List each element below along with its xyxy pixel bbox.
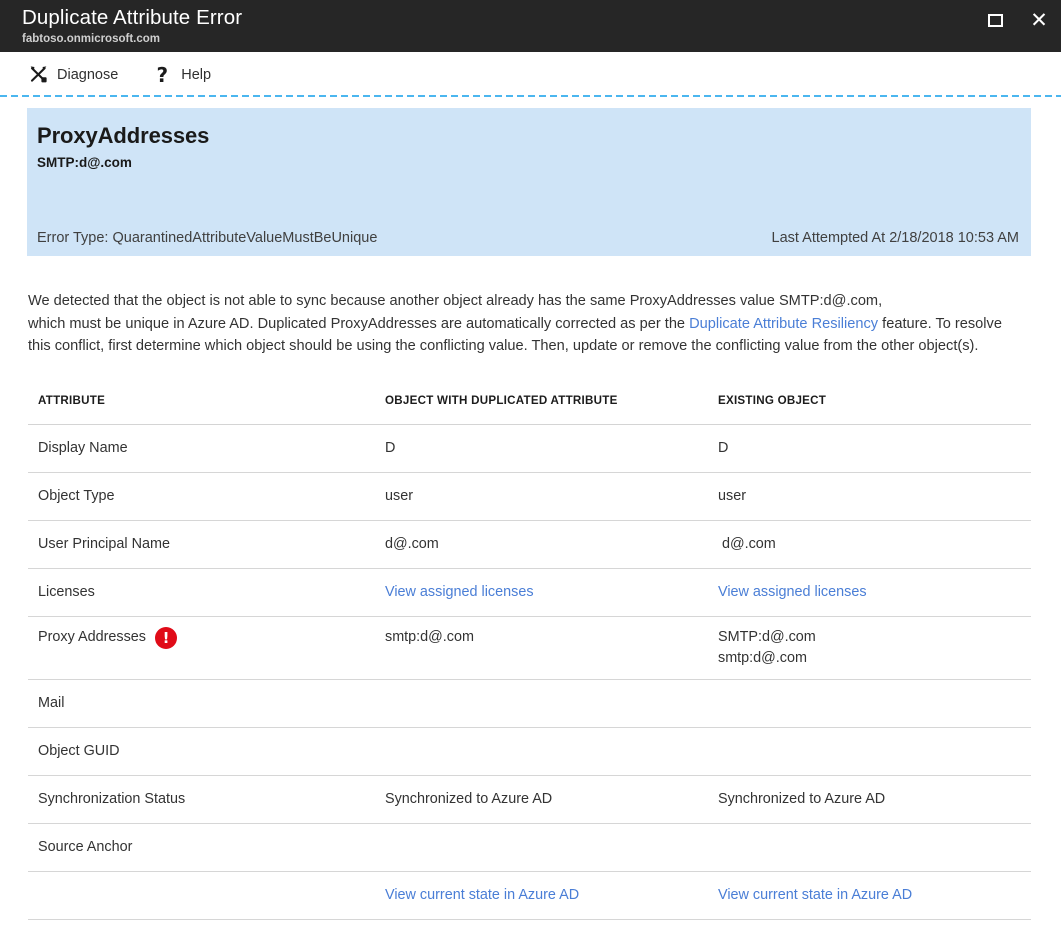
view-assigned-licenses-link-existing[interactable]: View assigned licenses — [718, 584, 867, 600]
window-titlebar: Duplicate Attribute Error fabtoso.onmicr… — [0, 0, 1061, 52]
window-title: Duplicate Attribute Error — [22, 6, 243, 29]
row-existing-mail — [708, 679, 1031, 728]
row-label-proxy-addresses: Proxy Addresses ! — [28, 616, 375, 680]
restore-window-button[interactable] — [973, 6, 1017, 34]
row-existing-user-principal-name: d@.com — [708, 520, 1031, 569]
row-label-empty — [28, 871, 375, 920]
table-row: Object GUID — [28, 727, 1031, 776]
restore-window-icon — [987, 13, 1003, 27]
row-existing-proxy-addresses-line-2: smtp:d@.com — [718, 649, 807, 666]
view-assigned-licenses-link-duplicated[interactable]: View assigned licenses — [385, 584, 534, 600]
help-label: Help — [181, 66, 212, 83]
banner-attribute-name: ProxyAddresses — [37, 123, 210, 148]
banner-attribute-value: SMTP:d@.com — [37, 155, 132, 170]
table-row: Mail — [28, 679, 1031, 728]
table-row: Licenses View assigned licenses View ass… — [28, 568, 1031, 617]
table-row: Object Type user user — [28, 472, 1031, 521]
table-row: Proxy Addresses ! smtp:d@.com SMTP:d@.co… — [28, 616, 1031, 680]
row-duplicated-synchronization-status: Synchronized to Azure AD — [375, 775, 708, 824]
row-duplicated-object-type: user — [375, 472, 708, 521]
row-existing-current-state: View current state in Azure AD — [708, 871, 1031, 920]
toolbar-divider — [0, 95, 1061, 97]
view-current-state-link-existing[interactable]: View current state in Azure AD — [718, 887, 912, 903]
row-existing-object-type: user — [708, 472, 1031, 521]
attribute-comparison-table: ATTRIBUTE OBJECT WITH DUPLICATED ATTRIBU… — [28, 387, 1031, 920]
description-part-2: which must be unique in Azure AD. Duplic… — [28, 315, 690, 332]
row-existing-synchronization-status: Synchronized to Azure AD — [708, 775, 1031, 824]
banner-last-attempted: Last Attempted At 2/18/2018 10:53 AM — [771, 230, 1019, 246]
row-existing-object-guid — [708, 727, 1031, 776]
window-controls: ✕ — [973, 0, 1061, 52]
row-duplicated-object-guid — [375, 727, 708, 776]
column-header-existing-object: EXISTING OBJECT — [708, 387, 1031, 425]
question-mark-icon: ? — [156, 62, 169, 87]
table-row: User Principal Name d@.com d@.com — [28, 520, 1031, 569]
row-duplicated-display-name: D — [375, 424, 708, 473]
row-duplicated-mail — [375, 679, 708, 728]
row-label-object-guid: Object GUID — [28, 727, 375, 776]
main-content: ProxyAddresses SMTP:d@.com Error Type: Q… — [0, 108, 1061, 920]
table-row: Display Name D D — [28, 424, 1031, 473]
row-label-mail: Mail — [28, 679, 375, 728]
table-body: Display Name D D Object Type user user U… — [28, 424, 1031, 920]
description-part-1: We detected that the object is not able … — [28, 293, 883, 309]
table-row: Source Anchor — [28, 823, 1031, 872]
table-header-row: ATTRIBUTE OBJECT WITH DUPLICATED ATTRIBU… — [28, 387, 1031, 425]
row-label-display-name: Display Name — [28, 424, 375, 473]
row-duplicated-source-anchor — [375, 823, 708, 872]
window-subtitle: fabtoso.onmicrosoft.com — [22, 33, 161, 45]
row-label-proxy-addresses-text: Proxy Addresses — [38, 629, 146, 645]
row-existing-user-principal-name-value: d@.com — [722, 535, 776, 552]
row-existing-display-name: D — [708, 424, 1031, 473]
row-label-source-anchor: Source Anchor — [28, 823, 375, 872]
close-icon: ✕ — [1030, 7, 1048, 32]
description-text: We detected that the object is not able … — [28, 290, 1024, 358]
row-existing-proxy-addresses-line-1: SMTP:d@.com — [718, 628, 816, 645]
help-button[interactable]: ? Help — [152, 65, 211, 85]
row-duplicated-licenses: View assigned licenses — [375, 568, 708, 617]
row-label-user-principal-name: User Principal Name — [28, 520, 375, 569]
error-exclamation-icon: ! — [154, 626, 177, 649]
row-label-synchronization-status: Synchronization Status — [28, 775, 375, 824]
column-header-duplicated-object: OBJECT WITH DUPLICATED ATTRIBUTE — [375, 387, 708, 425]
banner-error-type: Error Type: QuarantinedAttributeValueMus… — [37, 230, 378, 246]
row-existing-proxy-addresses: SMTP:d@.com smtp:d@.com — [708, 616, 1031, 680]
banner-footer: Error Type: QuarantinedAttributeValueMus… — [37, 229, 1019, 248]
table-header: ATTRIBUTE OBJECT WITH DUPLICATED ATTRIBU… — [28, 387, 1031, 425]
diagnose-tools-icon — [28, 65, 48, 85]
error-banner: ProxyAddresses SMTP:d@.com Error Type: Q… — [27, 108, 1031, 256]
row-existing-source-anchor — [708, 823, 1031, 872]
diagnose-button[interactable]: Diagnose — [28, 65, 118, 85]
column-header-attribute: ATTRIBUTE — [28, 387, 375, 425]
duplicate-attribute-resiliency-link[interactable]: Duplicate Attribute Resiliency — [689, 316, 878, 332]
row-existing-licenses: View assigned licenses — [708, 568, 1031, 617]
row-duplicated-proxy-addresses: smtp:d@.com — [375, 616, 708, 680]
row-label-object-type: Object Type — [28, 472, 375, 521]
row-duplicated-user-principal-name: d@.com — [375, 520, 708, 569]
diagnose-label: Diagnose — [57, 66, 119, 83]
row-duplicated-current-state: View current state in Azure AD — [375, 871, 708, 920]
table-row: Synchronization Status Synchronized to A… — [28, 775, 1031, 824]
row-label-licenses: Licenses — [28, 568, 375, 617]
close-window-button[interactable]: ✕ — [1017, 6, 1061, 34]
toolbar: Diagnose ? Help — [0, 52, 1061, 97]
view-current-state-link-duplicated[interactable]: View current state in Azure AD — [385, 887, 579, 903]
table-row: View current state in Azure AD View curr… — [28, 871, 1031, 920]
